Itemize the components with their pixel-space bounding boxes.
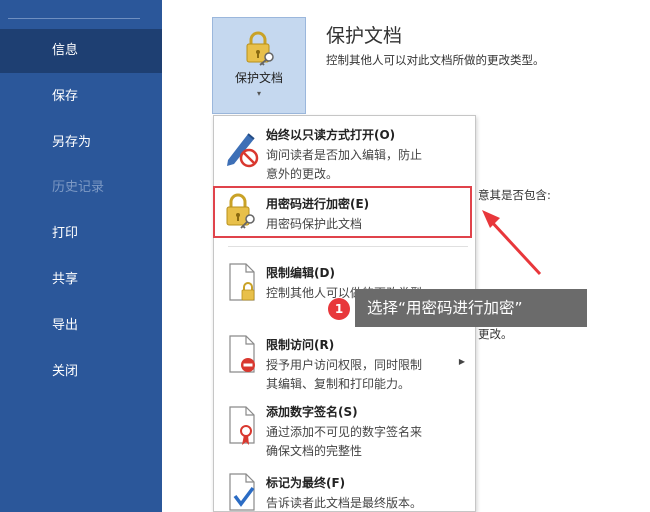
sidebar-item-history: 历史记录 (52, 180, 105, 195)
document-check-icon (222, 470, 262, 512)
menu-item-desc: 告诉读者此文档是最终版本。 (266, 496, 423, 510)
sidebar-item-info[interactable]: 信息 (0, 29, 162, 73)
page-title: 保护文档 (326, 25, 403, 47)
document-ribbon-icon (222, 403, 262, 447)
menu-item-title: 添加数字签名(S) (266, 405, 358, 419)
menu-separator (228, 246, 468, 247)
step-badge: 1 (328, 298, 350, 320)
backstage-sidebar: 信息 保存 另存为 历史记录 打印 共享 导出 关闭 (0, 0, 162, 512)
sidebar-item-print[interactable]: 打印 (0, 212, 162, 256)
sidebar-item-close[interactable]: 关闭 (0, 350, 162, 394)
lock-key-icon (243, 30, 277, 70)
menu-item-desc: 确保文档的完整性 (266, 444, 363, 458)
protect-document-button[interactable]: 保护文档 ▾ (212, 17, 306, 114)
sidebar-item-save-as[interactable]: 另存为 (0, 121, 162, 165)
menu-item-desc: 其编辑、复制和打印能力。 (266, 377, 411, 391)
menu-item-desc: 授予用户访问权限，同时限制 (266, 358, 423, 372)
pencil-no-icon (222, 126, 262, 170)
highlight-box (213, 186, 472, 238)
menu-item-title: 限制访问(R) (266, 338, 335, 352)
document-lock-icon (222, 260, 262, 304)
pointer-arrow (482, 210, 542, 276)
menu-item-digital-signature[interactable]: 添加数字签名(S) 通过添加不可见的数字签名来 确保文档的完整性 (214, 399, 475, 461)
chevron-down-icon: ▾ (256, 89, 261, 98)
menu-item-restrict-access[interactable]: 限制访问(R) 授予用户访问权限，同时限制 其编辑、复制和打印能力。 ▶ (214, 328, 475, 391)
page-description: 控制其他人可以对此文档所做的更改类型。 (326, 53, 545, 67)
menu-item-read-only[interactable]: 始终以只读方式打开(O) 询问读者是否加入编辑，防止 意外的更改。 (214, 122, 475, 184)
sidebar-item-save[interactable]: 保存 (0, 75, 162, 119)
protect-button-label: 保护文档 (234, 71, 283, 85)
menu-item-desc: 意外的更改。 (266, 167, 339, 181)
menu-item-mark-final[interactable]: 标记为最终(F) 告诉读者此文档是最终版本。 (214, 466, 475, 512)
document-restrict-icon (222, 332, 262, 376)
sidebar-divider (8, 18, 140, 19)
menu-item-desc: 通过添加不可见的数字签名来 (266, 425, 423, 439)
sidebar-item-export[interactable]: 导出 (0, 304, 162, 348)
menu-item-desc: 询问读者是否加入编辑，防止 (266, 148, 423, 162)
background-text-2: 更改。 (478, 327, 513, 341)
sidebar-item-share[interactable]: 共享 (0, 258, 162, 302)
submenu-arrow-icon: ▶ (458, 357, 465, 366)
instruction-callout: 选择“用密码进行加密” (355, 289, 587, 327)
menu-item-title: 标记为最终(F) (266, 476, 346, 490)
menu-item-title: 始终以只读方式打开(O) (266, 128, 396, 142)
menu-item-title: 限制编辑(D) (266, 266, 335, 280)
